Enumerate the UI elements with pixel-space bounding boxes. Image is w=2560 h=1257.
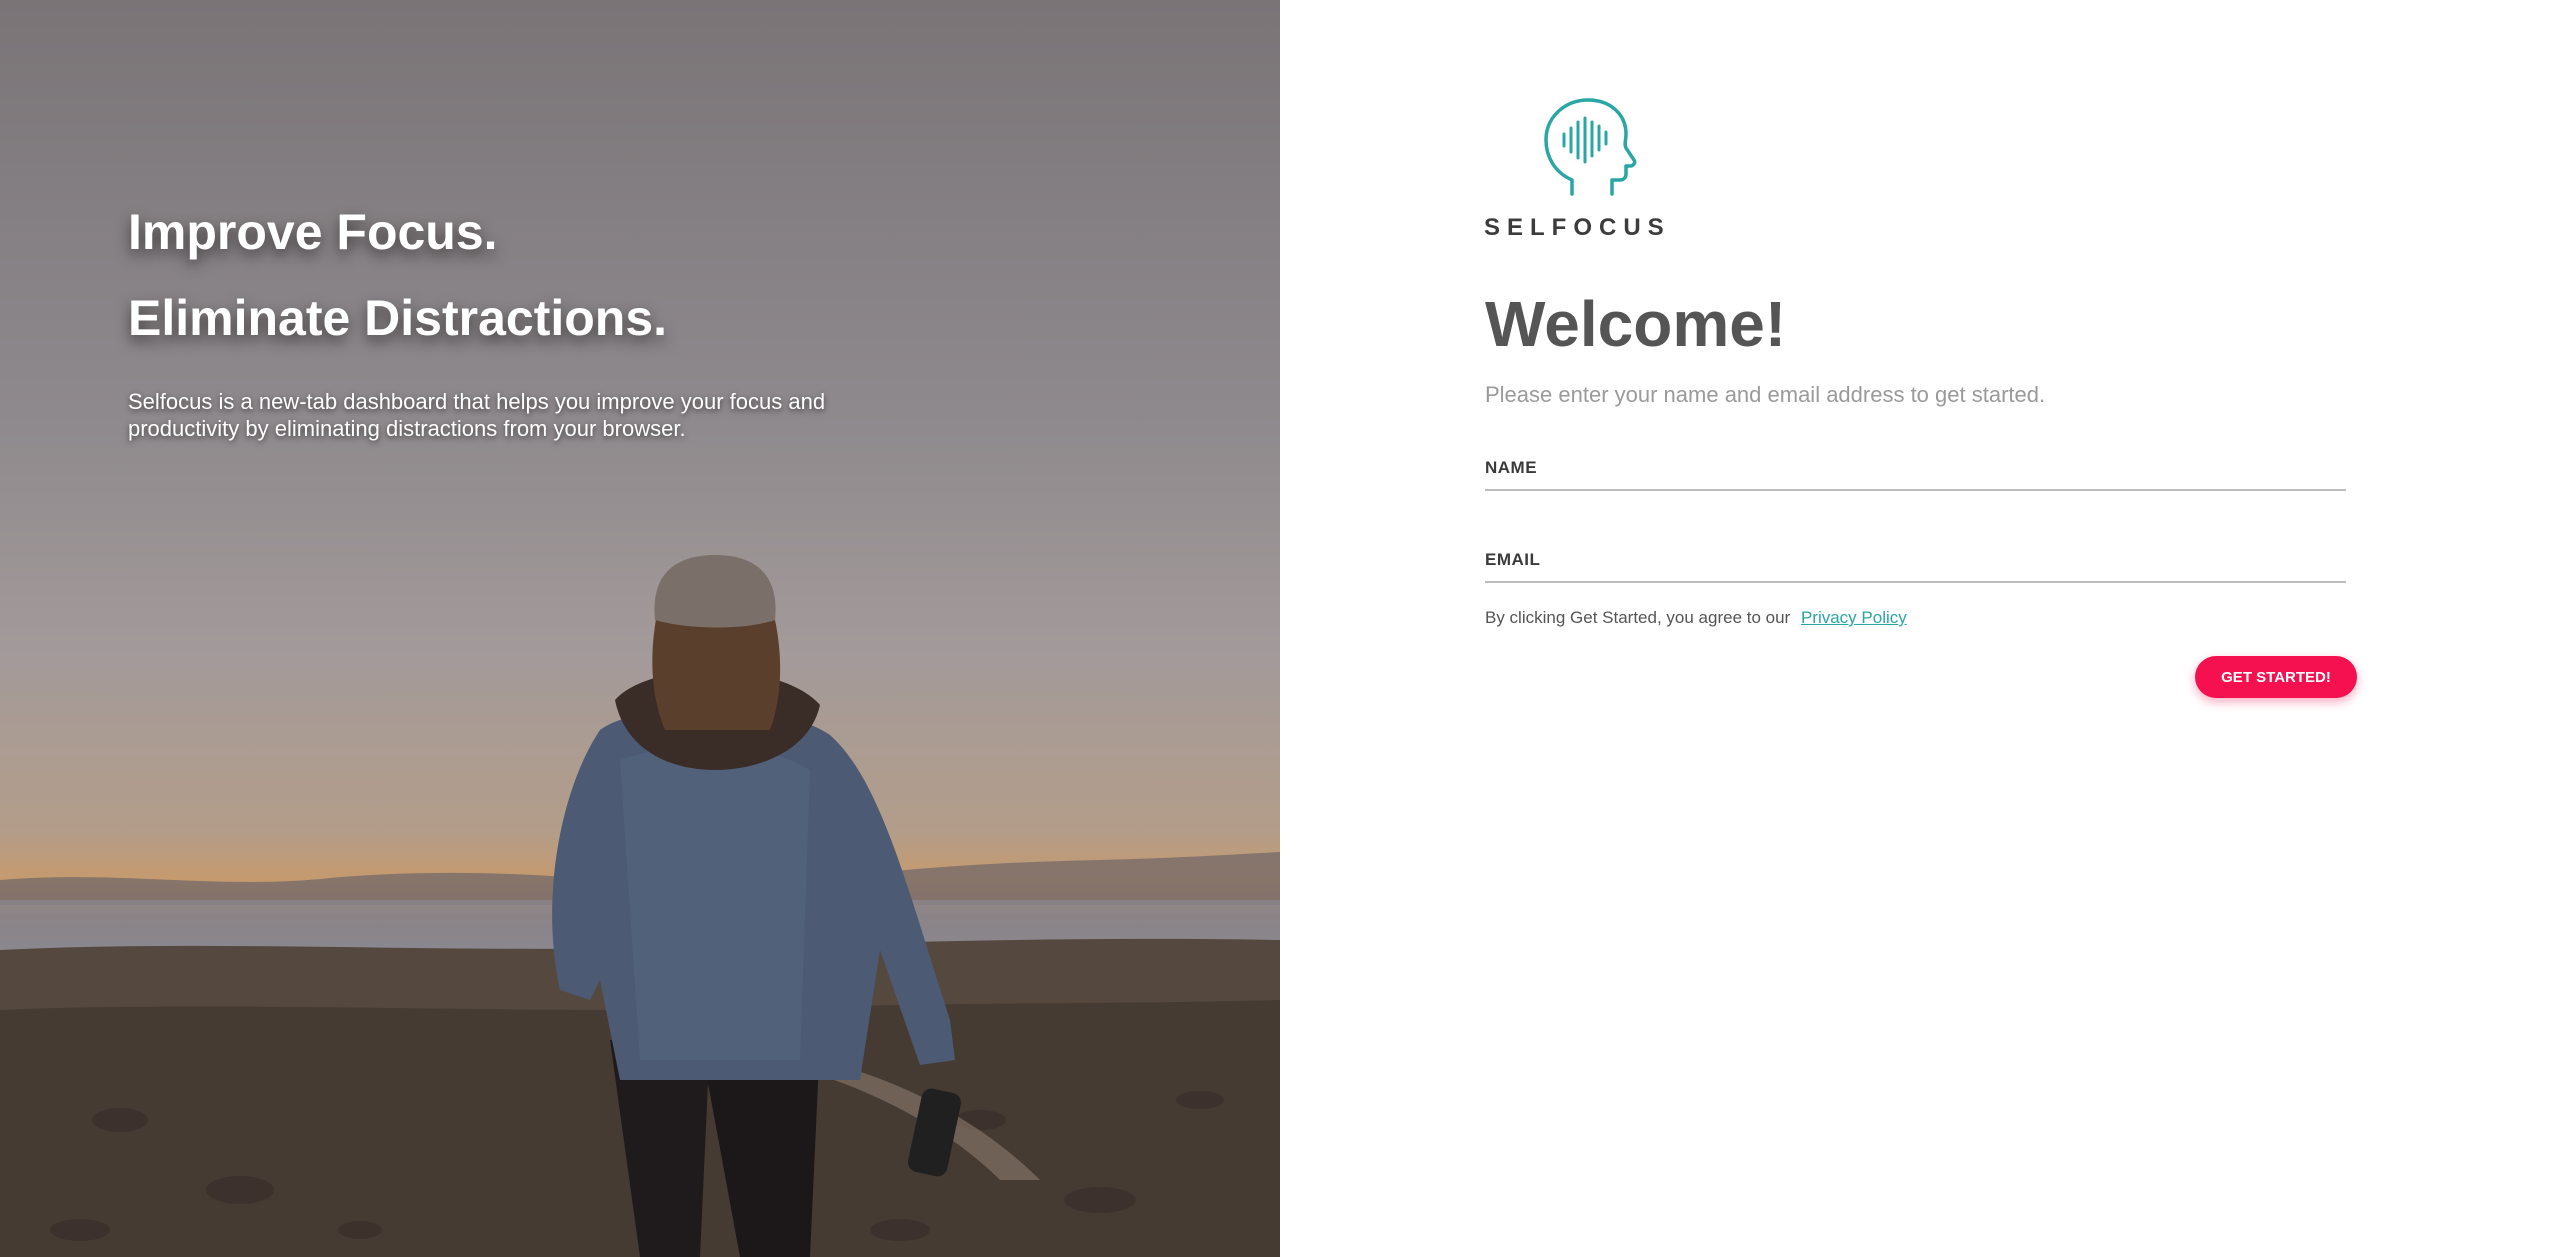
welcome-title: Welcome!	[1485, 288, 1787, 360]
email-field: EMAIL	[1485, 547, 2346, 583]
hero-background-image	[0, 555, 1280, 1257]
hero-heading-focus: Improve Focus.	[128, 204, 498, 260]
signup-panel: SELFOCUS Welcome! Please enter your name…	[1280, 0, 2560, 1257]
hero-heading-distractions: Eliminate Distractions.	[128, 290, 668, 346]
name-input[interactable]	[1485, 455, 2346, 489]
agreement-text: By clicking Get Started, you agree to ou…	[1485, 608, 1791, 627]
agreement-notice: By clicking Get Started, you agree to ou…	[1485, 608, 1907, 628]
name-field: NAME	[1485, 455, 2346, 491]
email-input[interactable]	[1485, 547, 2346, 581]
head-soundwave-icon	[1544, 98, 1637, 196]
hero-panel: Improve Focus. Eliminate Distractions. S…	[0, 0, 1280, 1257]
welcome-subtitle: Please enter your name and email address…	[1485, 382, 2046, 407]
brand-name: SELFOCUS	[1484, 214, 1671, 241]
privacy-policy-link[interactable]: Privacy Policy	[1801, 608, 1907, 627]
hero-copy: Improve Focus. Eliminate Distractions. S…	[128, 200, 828, 442]
get-started-button[interactable]: GET STARTED!	[2195, 656, 2357, 698]
hero-description: Selfocus is a new-tab dashboard that hel…	[128, 389, 826, 441]
